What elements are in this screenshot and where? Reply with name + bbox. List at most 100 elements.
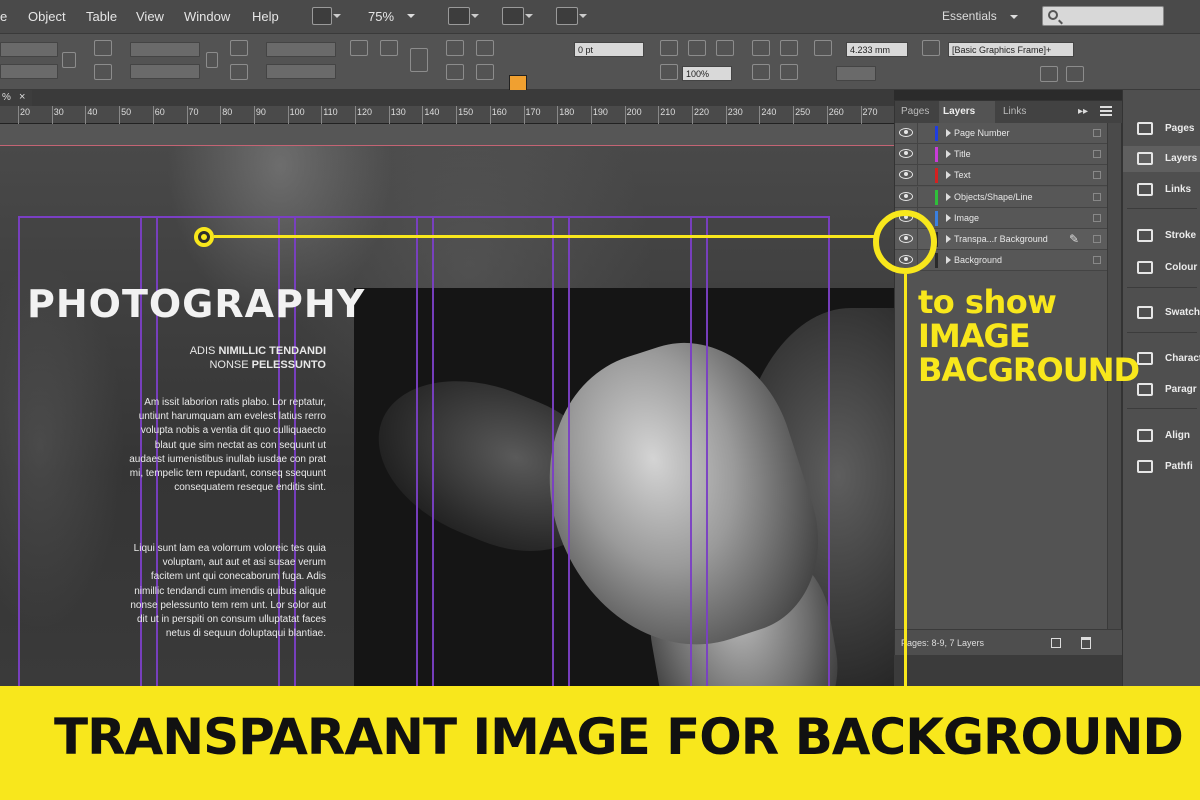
panel-menu-icon[interactable] bbox=[1100, 106, 1112, 116]
center-content-icon[interactable] bbox=[780, 64, 798, 80]
layer-row[interactable]: Objects/Shape/Line bbox=[895, 186, 1107, 208]
screen-mode-icon[interactable] bbox=[502, 7, 533, 25]
object-style-select[interactable]: [Basic Graphics Frame]+ bbox=[948, 42, 1074, 57]
reference-point-icon[interactable] bbox=[62, 52, 76, 68]
expand-arrow-icon[interactable] bbox=[946, 256, 951, 265]
menu-table[interactable]: Table bbox=[86, 9, 117, 24]
lock-toggle[interactable] bbox=[1093, 235, 1101, 243]
x-field[interactable] bbox=[0, 42, 58, 57]
y-field[interactable] bbox=[0, 64, 58, 79]
select-content-icon[interactable] bbox=[446, 64, 464, 80]
zoom-level[interactable]: 75% bbox=[368, 9, 394, 24]
layer-name[interactable]: Title bbox=[954, 149, 971, 159]
lock-toggle[interactable] bbox=[1093, 256, 1101, 265]
chevron-down-icon[interactable] bbox=[1010, 15, 1018, 23]
corner-size-field[interactable]: 4.233 mm bbox=[846, 42, 908, 57]
dock-item-colour[interactable]: Colour bbox=[1123, 255, 1200, 281]
chevron-down-icon[interactable] bbox=[407, 14, 415, 22]
expand-arrow-icon[interactable] bbox=[946, 235, 951, 243]
constrain-link-icon[interactable] bbox=[206, 52, 218, 68]
expand-arrow-icon[interactable] bbox=[946, 192, 951, 201]
menu-help[interactable]: Help bbox=[252, 9, 279, 24]
expand-arrow-icon[interactable] bbox=[946, 213, 951, 222]
document-canvas[interactable]: PHOTOGRAPHY ADIS NIMILLIC TENDANDI NONSE… bbox=[0, 124, 894, 690]
portrait-photo[interactable] bbox=[354, 288, 894, 690]
dock-item-layers[interactable]: Layers bbox=[1123, 146, 1200, 172]
lock-toggle[interactable] bbox=[1093, 213, 1101, 222]
layer-name[interactable]: Background bbox=[954, 255, 1002, 265]
layer-row[interactable]: Title bbox=[895, 144, 1107, 166]
collapse-panel-icon[interactable]: ▸▸ bbox=[1078, 106, 1088, 117]
view-options-icon[interactable] bbox=[448, 7, 479, 25]
flip-icon[interactable] bbox=[446, 40, 464, 56]
dock-item-pages[interactable]: Pages bbox=[1123, 116, 1200, 142]
document-tab[interactable]: % × bbox=[0, 90, 32, 106]
lock-toggle[interactable] bbox=[1093, 171, 1101, 180]
dock-item-align[interactable]: Align bbox=[1123, 423, 1200, 449]
expand-arrow-icon[interactable] bbox=[946, 129, 951, 137]
width-field[interactable] bbox=[130, 42, 200, 57]
menu-view[interactable]: View bbox=[136, 9, 164, 24]
lock-toggle[interactable] bbox=[1093, 192, 1101, 201]
rotate-ccw-icon[interactable] bbox=[380, 40, 398, 56]
search-input[interactable] bbox=[1042, 6, 1164, 26]
bridge-icon[interactable] bbox=[312, 7, 341, 25]
body-paragraph[interactable]: Liqui sunt lam ea volorrum voloreic tes … bbox=[128, 542, 326, 641]
panel-options-icon[interactable] bbox=[1066, 66, 1084, 82]
trash-icon[interactable] bbox=[1081, 637, 1091, 649]
layer-name[interactable]: Image bbox=[954, 213, 979, 223]
fit-frame-icon[interactable] bbox=[752, 64, 770, 80]
opacity-field[interactable]: 100% bbox=[682, 66, 732, 81]
eye-icon[interactable] bbox=[899, 191, 913, 201]
eye-icon[interactable] bbox=[899, 149, 913, 159]
lock-toggle[interactable] bbox=[1093, 129, 1101, 137]
eye-icon[interactable] bbox=[899, 128, 913, 137]
column-guide bbox=[416, 216, 418, 690]
corner-options-icon[interactable] bbox=[814, 40, 832, 56]
select-container-icon[interactable] bbox=[476, 40, 494, 56]
new-layer-icon[interactable] bbox=[1051, 638, 1061, 648]
expand-arrow-icon[interactable] bbox=[946, 171, 951, 180]
rotate-icon[interactable] bbox=[350, 40, 368, 56]
layer-separator bbox=[917, 165, 918, 187]
scale-x-field[interactable] bbox=[266, 42, 336, 57]
ruler-tick bbox=[51, 106, 53, 124]
expand-arrow-icon[interactable] bbox=[946, 150, 951, 159]
workspace-switcher[interactable]: Essentials bbox=[942, 9, 997, 23]
stroke-weight-field[interactable]: 0 pt bbox=[574, 42, 644, 57]
dock-item-pathfi[interactable]: Pathfi bbox=[1123, 454, 1200, 480]
layer-row[interactable]: Text bbox=[895, 165, 1107, 187]
shear-field[interactable] bbox=[266, 64, 336, 79]
horizontal-ruler[interactable]: 20 30 40 50 60 70 80 90 100 110 120 130 140 150 160 170… bbox=[0, 106, 894, 124]
menu-window[interactable]: Window bbox=[184, 9, 230, 24]
height-field[interactable] bbox=[130, 64, 200, 79]
tab-links[interactable]: Links bbox=[1003, 106, 1026, 117]
clear-overrides-icon[interactable] bbox=[1040, 66, 1058, 82]
select-next-icon[interactable] bbox=[476, 64, 494, 80]
wrap-bounding-icon[interactable] bbox=[780, 40, 798, 56]
body-paragraph[interactable]: Am issit laborion ratis plabo. Lor repta… bbox=[128, 396, 326, 495]
subheading[interactable]: ADIS NIMILLIC TENDANDI NONSE PELESSUNTO bbox=[150, 344, 326, 372]
effects-icon[interactable] bbox=[688, 40, 706, 56]
tab-pages[interactable]: Pages bbox=[901, 106, 929, 117]
lock-toggle[interactable] bbox=[1093, 150, 1101, 159]
layer-name[interactable]: Objects/Shape/Line bbox=[954, 192, 1033, 202]
type-on-path-icon[interactable] bbox=[410, 48, 428, 72]
text-wrap-icon[interactable] bbox=[752, 40, 770, 56]
page-heading[interactable]: PHOTOGRAPHY bbox=[27, 282, 365, 326]
drop-shadow-icon[interactable] bbox=[660, 40, 678, 56]
corner-shape-select[interactable] bbox=[836, 66, 876, 81]
layer-name[interactable]: Page Number bbox=[954, 128, 1010, 138]
menu-object[interactable]: Object bbox=[28, 9, 66, 24]
layer-name[interactable]: Text bbox=[954, 170, 971, 180]
layer-row[interactable]: Page Number bbox=[895, 123, 1107, 144]
layer-name[interactable]: Transpa...r Background bbox=[954, 234, 1048, 244]
close-icon[interactable]: × bbox=[19, 91, 25, 103]
dock-item-links[interactable]: Links bbox=[1123, 177, 1200, 203]
tab-layers[interactable]: Layers bbox=[939, 101, 995, 123]
fx-icon[interactable] bbox=[716, 40, 734, 56]
eye-icon[interactable] bbox=[899, 170, 913, 180]
menu-type[interactable]: e bbox=[0, 9, 7, 24]
arrange-documents-icon[interactable] bbox=[556, 7, 587, 25]
dock-item-stroke[interactable]: Stroke bbox=[1123, 223, 1200, 249]
